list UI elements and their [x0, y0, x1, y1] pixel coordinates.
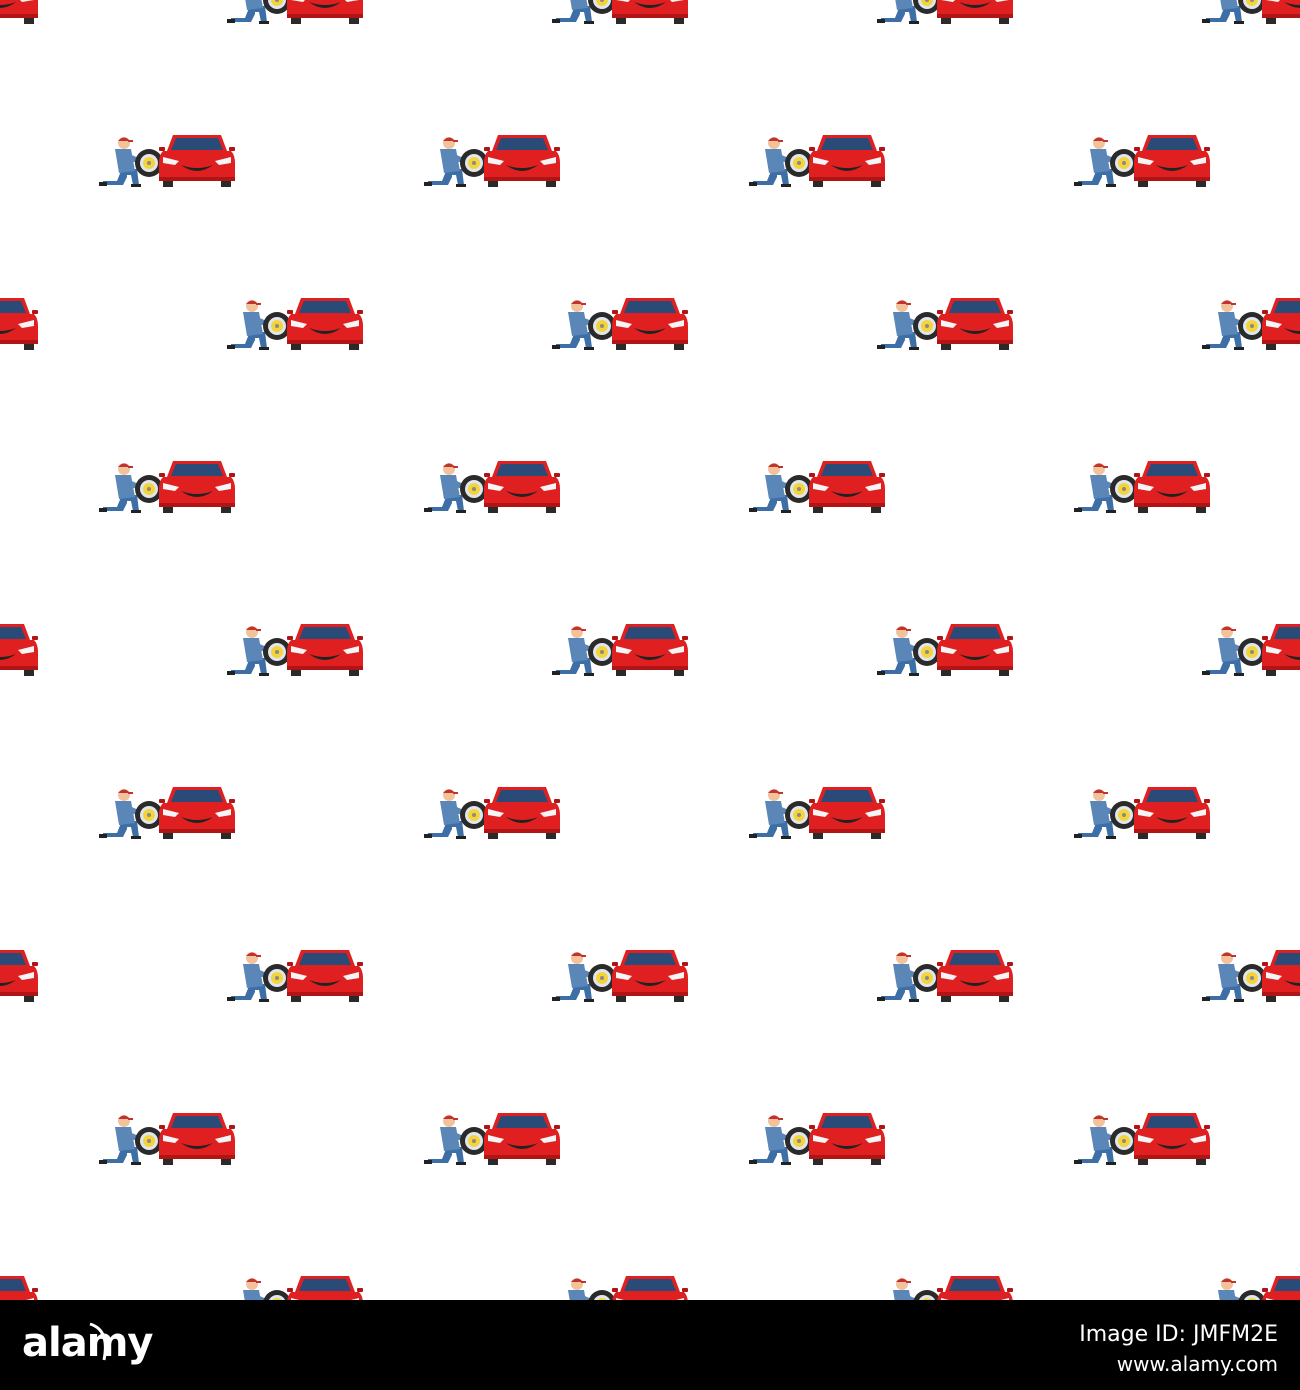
- mechanic-car-motif: [1202, 1276, 1300, 1300]
- mechanic-car-motif: [424, 461, 560, 513]
- mechanic-car-motif: [1074, 1113, 1210, 1165]
- mechanic-car-motif: [227, 0, 363, 24]
- mechanic-car-motif: [0, 1276, 38, 1300]
- mechanic-car-motif: [424, 1113, 560, 1165]
- watermark-bar: alamy Image ID: JMFM2E www.alamy.com: [0, 1300, 1300, 1390]
- mechanic-car-motif: [552, 0, 688, 24]
- mechanic-car-motif: [424, 787, 560, 839]
- mechanic-car-motif: [0, 0, 38, 24]
- mechanic-car-motif: [749, 135, 885, 187]
- mechanic-car-motif: [749, 1113, 885, 1165]
- mechanic-car-motif: [227, 624, 363, 676]
- image-id-block: Image ID: JMFM2E: [1079, 1322, 1278, 1348]
- mechanic-car-motif: [0, 298, 38, 350]
- mechanic-car-motif: [749, 787, 885, 839]
- tile-pattern-background: [0, 0, 1300, 1300]
- mechanic-car-motif: [227, 298, 363, 350]
- mechanic-car-motif: [424, 135, 560, 187]
- motif-tiles: [0, 0, 1300, 1300]
- watermark-url: www.alamy.com: [1116, 1352, 1278, 1376]
- mechanic-car-motif: [877, 624, 1013, 676]
- mechanic-car-motif: [877, 298, 1013, 350]
- pattern-svg: [0, 0, 1300, 1300]
- mechanic-car-motif: [1202, 624, 1300, 676]
- mechanic-car-motif: [99, 1113, 235, 1165]
- mechanic-car-motif: [99, 135, 235, 187]
- mechanic-car-motif: [99, 787, 235, 839]
- mechanic-car-motif: [227, 1276, 363, 1300]
- mechanic-car-motif: [552, 1276, 688, 1300]
- mechanic-car-motif: [227, 950, 363, 1002]
- mechanic-car-motif: [1202, 298, 1300, 350]
- mechanic-car-motif: [0, 950, 38, 1002]
- mechanic-car-motif: [877, 0, 1013, 24]
- mechanic-car-motif: [1202, 950, 1300, 1002]
- mechanic-car-motif: [99, 461, 235, 513]
- brand-swoosh-icon: [89, 1322, 107, 1361]
- mechanic-car-motif: [1074, 787, 1210, 839]
- mechanic-car-motif: [0, 624, 38, 676]
- image-id-label: Image ID:: [1079, 1322, 1186, 1347]
- mechanic-car-motif: [877, 950, 1013, 1002]
- mechanic-car-motif: [1202, 0, 1300, 24]
- mechanic-car-motif: [552, 624, 688, 676]
- image-id-value: JMFM2E: [1192, 1322, 1278, 1347]
- mechanic-car-motif: [552, 298, 688, 350]
- mechanic-car-motif: [1074, 135, 1210, 187]
- mechanic-car-motif: [1074, 461, 1210, 513]
- mechanic-car-motif: [877, 1276, 1013, 1300]
- mechanic-car-motif: [552, 950, 688, 1002]
- mechanic-car-motif: [749, 461, 885, 513]
